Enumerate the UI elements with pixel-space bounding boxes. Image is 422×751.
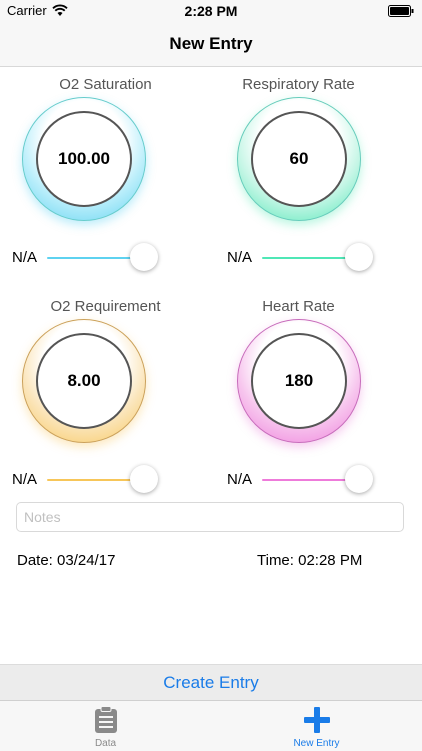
tab-new-entry-label: New Entry [293, 738, 340, 749]
o2-requirement-slider-label: N/A [12, 471, 38, 488]
o2-requirement-value: 8.00 [67, 371, 101, 390]
heart-rate-slider-thumb[interactable] [345, 465, 373, 493]
tab-new-entry[interactable]: New Entry [211, 701, 422, 751]
notes-input[interactable]: Notes [16, 502, 404, 532]
respiratory-rate-dial: 60 [251, 111, 347, 207]
heart-rate-title: Heart Rate [262, 298, 335, 315]
respiratory-rate-gauge[interactable]: 60 [237, 97, 361, 221]
status-bar: Carrier 2:28 PM [0, 0, 422, 22]
o2-saturation-slider-thumb[interactable] [130, 243, 158, 271]
respiratory-rate-title: Respiratory Rate [242, 76, 355, 93]
heart-rate-gauge[interactable]: 180 [237, 319, 361, 443]
heart-rate-dial: 180 [251, 333, 347, 429]
o2-saturation-title: O2 Saturation [59, 76, 152, 93]
entry-time: Time: 02:28 PM [257, 552, 363, 569]
respiratory-rate-slider-thumb[interactable] [345, 243, 373, 271]
heart-rate-slider-label: N/A [227, 471, 253, 488]
heart-rate-value: 180 [284, 371, 314, 390]
tab-bar: Data New Entry [0, 700, 422, 751]
o2-saturation-gauge[interactable]: 100.00 [22, 97, 146, 221]
status-time: 2:28 PM [184, 3, 238, 19]
battery-icon [388, 5, 414, 17]
o2-requirement-slider-thumb[interactable] [130, 465, 158, 493]
tab-data[interactable]: Data [0, 701, 211, 751]
page-title: New Entry [169, 34, 253, 53]
o2-requirement-title: O2 Requirement [50, 298, 161, 315]
plus-icon [304, 707, 330, 733]
navigation-bar: New Entry [0, 22, 422, 67]
respiratory-rate-value: 60 [289, 149, 309, 168]
o2-saturation-value: 100.00 [58, 149, 110, 168]
o2-saturation-dial: 100.00 [36, 111, 132, 207]
create-entry-bar: Create Entry [0, 664, 422, 701]
clipboard-icon [95, 706, 117, 733]
o2-saturation-slider-label: N/A [12, 249, 38, 266]
create-entry-button[interactable]: Create Entry [0, 673, 422, 693]
o2-requirement-dial: 8.00 [36, 333, 132, 429]
tab-data-label: Data [94, 738, 117, 749]
respiratory-rate-slider-label: N/A [227, 249, 253, 266]
o2-requirement-gauge[interactable]: 8.00 [22, 319, 146, 443]
entry-date: Date: 03/24/17 [17, 552, 116, 569]
